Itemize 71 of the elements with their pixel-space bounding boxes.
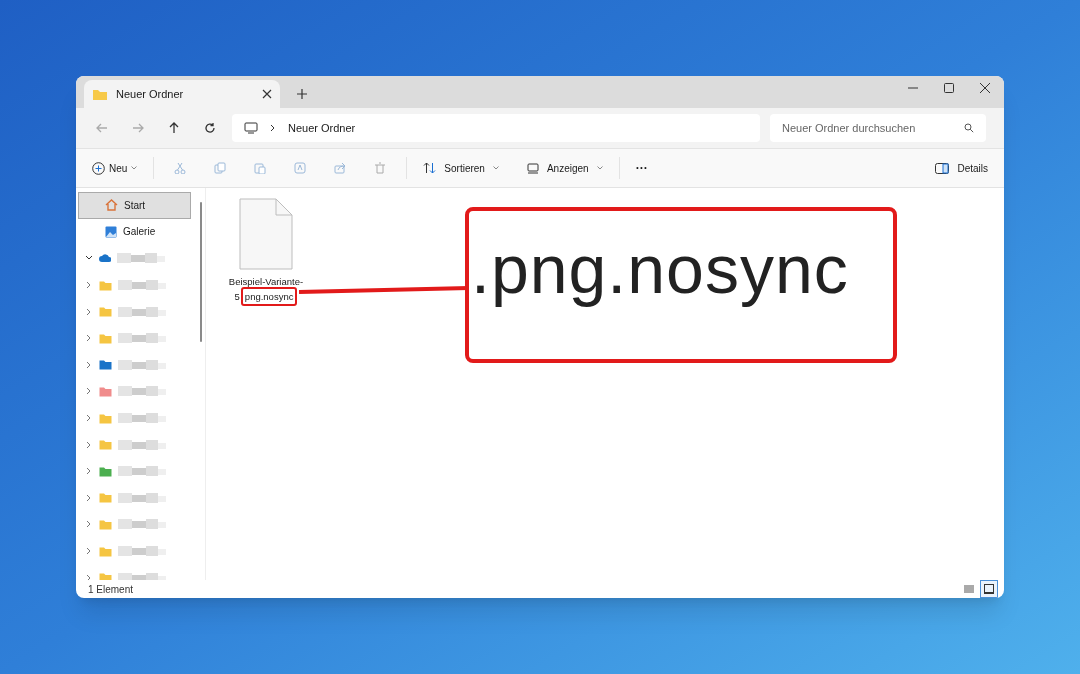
- maximize-icon: [944, 83, 954, 93]
- refresh-icon: [204, 122, 216, 134]
- blurred-label-drawing: [118, 384, 166, 399]
- details-button[interactable]: Details: [931, 154, 992, 182]
- details-pane-icon: [935, 162, 950, 174]
- folder-icon: [92, 87, 108, 101]
- sidebar-item[interactable]: Start: [78, 192, 191, 219]
- blurred-label-drawing: [118, 544, 166, 558]
- chevron-right-icon: [85, 414, 93, 423]
- file-name[interactable]: 5: [234, 291, 240, 302]
- blurred-label-drawing: [118, 464, 166, 479]
- chevron-right-icon: [85, 307, 93, 316]
- sidebar-item[interactable]: Galerie: [78, 218, 191, 246]
- copy-icon: [214, 162, 227, 174]
- cloud-icon: [99, 254, 111, 263]
- sort-button[interactable]: Sortieren: [419, 154, 503, 182]
- blurred-label-drawing: [118, 304, 166, 319]
- chevron-right-icon: [85, 467, 93, 476]
- chevron-right-icon: [85, 387, 93, 396]
- chevron-right-icon: [85, 440, 93, 449]
- chevron-right-icon: [85, 281, 93, 290]
- computer-icon: [244, 122, 258, 134]
- trash-icon: [374, 162, 387, 174]
- plus-circle-icon: [92, 161, 105, 175]
- tiles-view-button[interactable]: [980, 580, 998, 598]
- chevron-right-icon: [85, 493, 93, 502]
- search-field[interactable]: Neuer Ordner durchsuchen: [770, 114, 986, 142]
- search-icon: [964, 123, 974, 133]
- file-name[interactable]: Beispiel-Variante-: [228, 276, 304, 287]
- blurred-label-drawing: [118, 517, 166, 532]
- blurred-label-drawing: [118, 570, 166, 580]
- home-icon: [105, 199, 118, 212]
- share-icon: [334, 162, 347, 174]
- blurred-label-drawing: [118, 278, 166, 293]
- address-bar[interactable]: Neuer Ordner: [232, 114, 760, 142]
- close-icon: [980, 83, 990, 93]
- cut-icon: [174, 162, 187, 174]
- file-icon: [239, 198, 293, 270]
- callout-text: .png.nosync: [471, 230, 849, 309]
- back-arrow-icon: [96, 122, 108, 134]
- chevron-right-icon: [85, 360, 93, 369]
- chevron-right-icon: [85, 573, 93, 580]
- up-arrow-icon: [168, 122, 180, 134]
- more-button[interactable]: ···: [631, 154, 652, 182]
- chevron-right-icon: [85, 520, 93, 529]
- gallery-icon: [105, 225, 117, 238]
- tab[interactable]: Neuer Ordner: [84, 80, 280, 108]
- forward-arrow-icon: [132, 122, 144, 134]
- blurred-label-drawing: [118, 357, 166, 372]
- rename-icon: [294, 162, 307, 174]
- status-text: 1 Element: [88, 582, 134, 597]
- chevron-right-icon: [85, 334, 93, 343]
- close-icon: [262, 89, 272, 99]
- highlight-box: png.nosync: [240, 287, 298, 306]
- new-button[interactable]: Neu: [88, 154, 142, 182]
- view-button[interactable]: Anzeigen: [522, 154, 607, 182]
- blurred-label-drawing: [118, 437, 166, 452]
- chevron-right-icon: [270, 124, 276, 132]
- paste-icon: [254, 162, 267, 174]
- caret-icon: [596, 166, 603, 170]
- blurred-label-drawing: [118, 331, 166, 346]
- tile-icon: [984, 584, 994, 594]
- caret-icon: [492, 166, 499, 170]
- blurred-label-drawing: [118, 490, 166, 505]
- blurred-label-drawing: [117, 251, 165, 266]
- plus-icon: [296, 88, 308, 100]
- monitor-icon: [526, 162, 539, 174]
- sort-arrows-icon: [423, 162, 437, 174]
- chevron-right-icon: [85, 547, 93, 555]
- caret-icon: [131, 166, 138, 170]
- blurred-label-drawing: [118, 411, 166, 426]
